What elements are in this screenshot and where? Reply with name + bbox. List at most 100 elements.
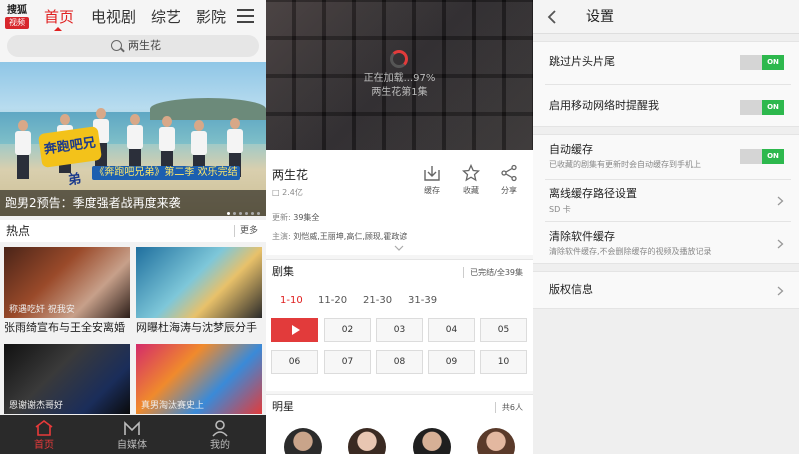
settings-row-description: SD 卡	[549, 205, 571, 214]
episodes-title: 剧集	[272, 265, 294, 278]
thumbnail-subtitle: 真男淘汰赛史上	[141, 401, 205, 411]
show-title: 两生花	[272, 168, 309, 182]
update-label: 更新:	[272, 213, 291, 222]
thumbnail-subtitle: 恩谢谢杰哥好	[9, 401, 64, 411]
settings-header: 设置	[533, 0, 799, 34]
mobile-network-toggle[interactable]: ON	[740, 100, 784, 115]
star-avatar[interactable]	[413, 428, 451, 454]
episode-button[interactable]: 07	[324, 350, 371, 374]
home-screen: 搜狐 视频 首页 电视剧 综艺 影院 两生花 奔跑吧兄弟 《奔跑吧兄弟》第二季 …	[0, 0, 266, 454]
settings-row-label: 启用移动网络时提醒我	[549, 99, 659, 112]
view-count: □ 2.4亿	[272, 187, 303, 198]
show-info: 两生花 □ 2.4亿 缓存 收藏 分享 更新: 39集全 主演: 刘恺威,王丽坤…	[266, 150, 533, 255]
view-count-value: 2.4亿	[282, 188, 303, 197]
episode-button[interactable]: 05	[480, 318, 527, 342]
toggle-state: ON	[762, 55, 784, 70]
range-tab[interactable]: 31-39	[408, 294, 437, 308]
loading-progress: 正在加载...97%	[363, 73, 436, 84]
update-status: 更新: 39集全	[272, 212, 319, 223]
settings-row-label: 清除软件缓存	[549, 230, 615, 243]
chevron-right-icon	[777, 196, 784, 206]
stars-title: 明星	[272, 400, 294, 413]
episode-button[interactable]: 06	[271, 350, 318, 374]
loading-episode: 两生花第1集	[371, 87, 428, 98]
share-button[interactable]: 分享	[491, 164, 527, 196]
hero-cast-member	[14, 120, 32, 180]
bottom-nav-profile[interactable]: 我的	[176, 415, 264, 454]
range-tab[interactable]: 1-10	[280, 294, 303, 308]
hot-item-thumbnail[interactable]	[136, 247, 262, 318]
auto-cache-toggle[interactable]: ON	[740, 149, 784, 164]
tab-tv-series[interactable]: 电视剧	[91, 7, 136, 27]
hero-banner[interactable]: 奔跑吧兄弟 《奔跑吧兄弟》第二季 欢乐完结 跑男2预告：季度强者战再度来袭	[0, 62, 266, 216]
home-header: 搜狐 视频 首页 电视剧 综艺 影院 两生花	[0, 0, 266, 62]
menu-icon[interactable]	[237, 9, 254, 23]
update-value: 39集全	[293, 213, 320, 222]
episode-button[interactable]: 09	[428, 350, 475, 374]
video-player[interactable]: 正在加载...97% 两生花第1集	[266, 0, 533, 150]
star-avatar[interactable]	[348, 428, 386, 454]
tab-cinema[interactable]: 影院	[196, 7, 226, 27]
play-count-icon: □	[272, 188, 280, 197]
episode-button[interactable]: 03	[376, 318, 423, 342]
range-tab[interactable]: 21-30	[363, 294, 392, 308]
tab-variety[interactable]: 综艺	[151, 7, 181, 27]
hero-caption: 跑男2预告：季度强者战再度来袭	[5, 196, 181, 210]
settings-group: 自动缓存 已收藏的剧集有更新时会自动缓存到手机上 ON 离线缓存路径设置 SD …	[533, 134, 799, 264]
stars-count[interactable]: 共6人	[494, 402, 523, 413]
hot-item-thumbnail[interactable]: 恩谢谢杰哥好	[4, 344, 130, 414]
page-title: 设置	[586, 9, 614, 25]
hot-item-caption[interactable]: 张雨绮宣布与王全安离婚	[4, 321, 125, 335]
star-avatar[interactable]	[284, 428, 322, 454]
episode-button[interactable]: 02	[324, 318, 371, 342]
skip-intro-toggle[interactable]: ON	[740, 55, 784, 70]
app-logo[interactable]: 搜狐 视频	[5, 5, 29, 29]
hot-more-link[interactable]: 更多	[233, 225, 258, 237]
cast-label: 主演:	[272, 232, 291, 241]
hot-item-thumbnail[interactable]: 称遇吃奸 祝我安	[4, 247, 130, 318]
back-arrow-icon[interactable]	[547, 10, 557, 24]
settings-row-cache-path[interactable]: 离线缓存路径设置 SD 卡	[533, 180, 799, 222]
episodes-header: 剧集 已完结/全39集	[266, 259, 533, 283]
hot-section-header: 热点 更多	[0, 220, 266, 242]
settings-row-mobile-network[interactable]: 启用移动网络时提醒我 ON	[533, 85, 799, 128]
settings-row-skip-intro[interactable]: 跳过片头片尾 ON	[533, 42, 799, 85]
cast-list: 主演: 刘恺威,王丽坤,高仁,顾现,霍政谚	[272, 231, 407, 242]
hot-item-thumbnail[interactable]: 真男淘汰赛史上	[136, 344, 262, 414]
cast-value: 刘恺威,王丽坤,高仁,顾现,霍政谚	[293, 232, 408, 241]
stars-row	[266, 418, 533, 454]
settings-group: 跳过片头片尾 ON 启用移动网络时提醒我 ON	[533, 41, 799, 127]
search-text: 两生花	[128, 39, 161, 52]
thumbnail-subtitle: 称遇吃奸 祝我安	[9, 305, 75, 315]
bottom-nav-home[interactable]: 首页	[0, 415, 88, 454]
episode-button[interactable]: 04	[428, 318, 475, 342]
range-tab[interactable]: 11-20	[318, 294, 347, 308]
loading-spinner-icon	[390, 50, 408, 68]
home-icon	[35, 420, 53, 436]
episode-button-playing[interactable]	[271, 318, 318, 342]
download-button[interactable]: 缓存	[414, 164, 450, 196]
hot-item-caption[interactable]: 网曝杜海涛与沈梦辰分手	[136, 321, 257, 335]
star-avatar[interactable]	[477, 428, 515, 454]
hot-section-title: 热点	[6, 224, 31, 238]
tab-home[interactable]: 首页	[44, 7, 74, 27]
settings-row-label: 离线缓存路径设置	[549, 187, 637, 200]
expand-chevron-icon[interactable]	[394, 245, 404, 251]
detail-screen: 正在加载...97% 两生花第1集 两生花 □ 2.4亿 缓存 收藏 分享 更新…	[266, 0, 533, 454]
search-bar[interactable]: 两生花	[7, 35, 259, 57]
settings-group: 版权信息	[533, 271, 799, 309]
episodes-status[interactable]: 已完结/全39集	[463, 267, 523, 278]
settings-row-label: 跳过片头片尾	[549, 55, 615, 68]
settings-screen: 设置 跳过片头片尾 ON 启用移动网络时提醒我 ON 自动缓存 已收藏的剧集有更…	[533, 0, 799, 454]
bottom-navigation: 首页 自媒体 我的	[0, 415, 266, 454]
active-tab-indicator	[54, 27, 62, 31]
favorite-label: 收藏	[463, 186, 479, 195]
settings-row-copyright[interactable]: 版权信息	[533, 272, 799, 310]
bottom-nav-media[interactable]: 自媒体	[88, 415, 176, 454]
settings-row-auto-cache[interactable]: 自动缓存 已收藏的剧集有更新时会自动缓存到手机上 ON	[533, 135, 799, 180]
episode-button[interactable]: 10	[480, 350, 527, 374]
episode-button[interactable]: 08	[376, 350, 423, 374]
screenshot-root: 搜狐 视频 首页 电视剧 综艺 影院 两生花 奔跑吧兄弟 《奔跑吧兄弟》第二季 …	[0, 0, 799, 454]
favorite-button[interactable]: 收藏	[453, 164, 489, 196]
settings-row-clear-cache[interactable]: 清除软件缓存 清除软件缓存,不会删除缓存的视频及播放记录	[533, 222, 799, 265]
